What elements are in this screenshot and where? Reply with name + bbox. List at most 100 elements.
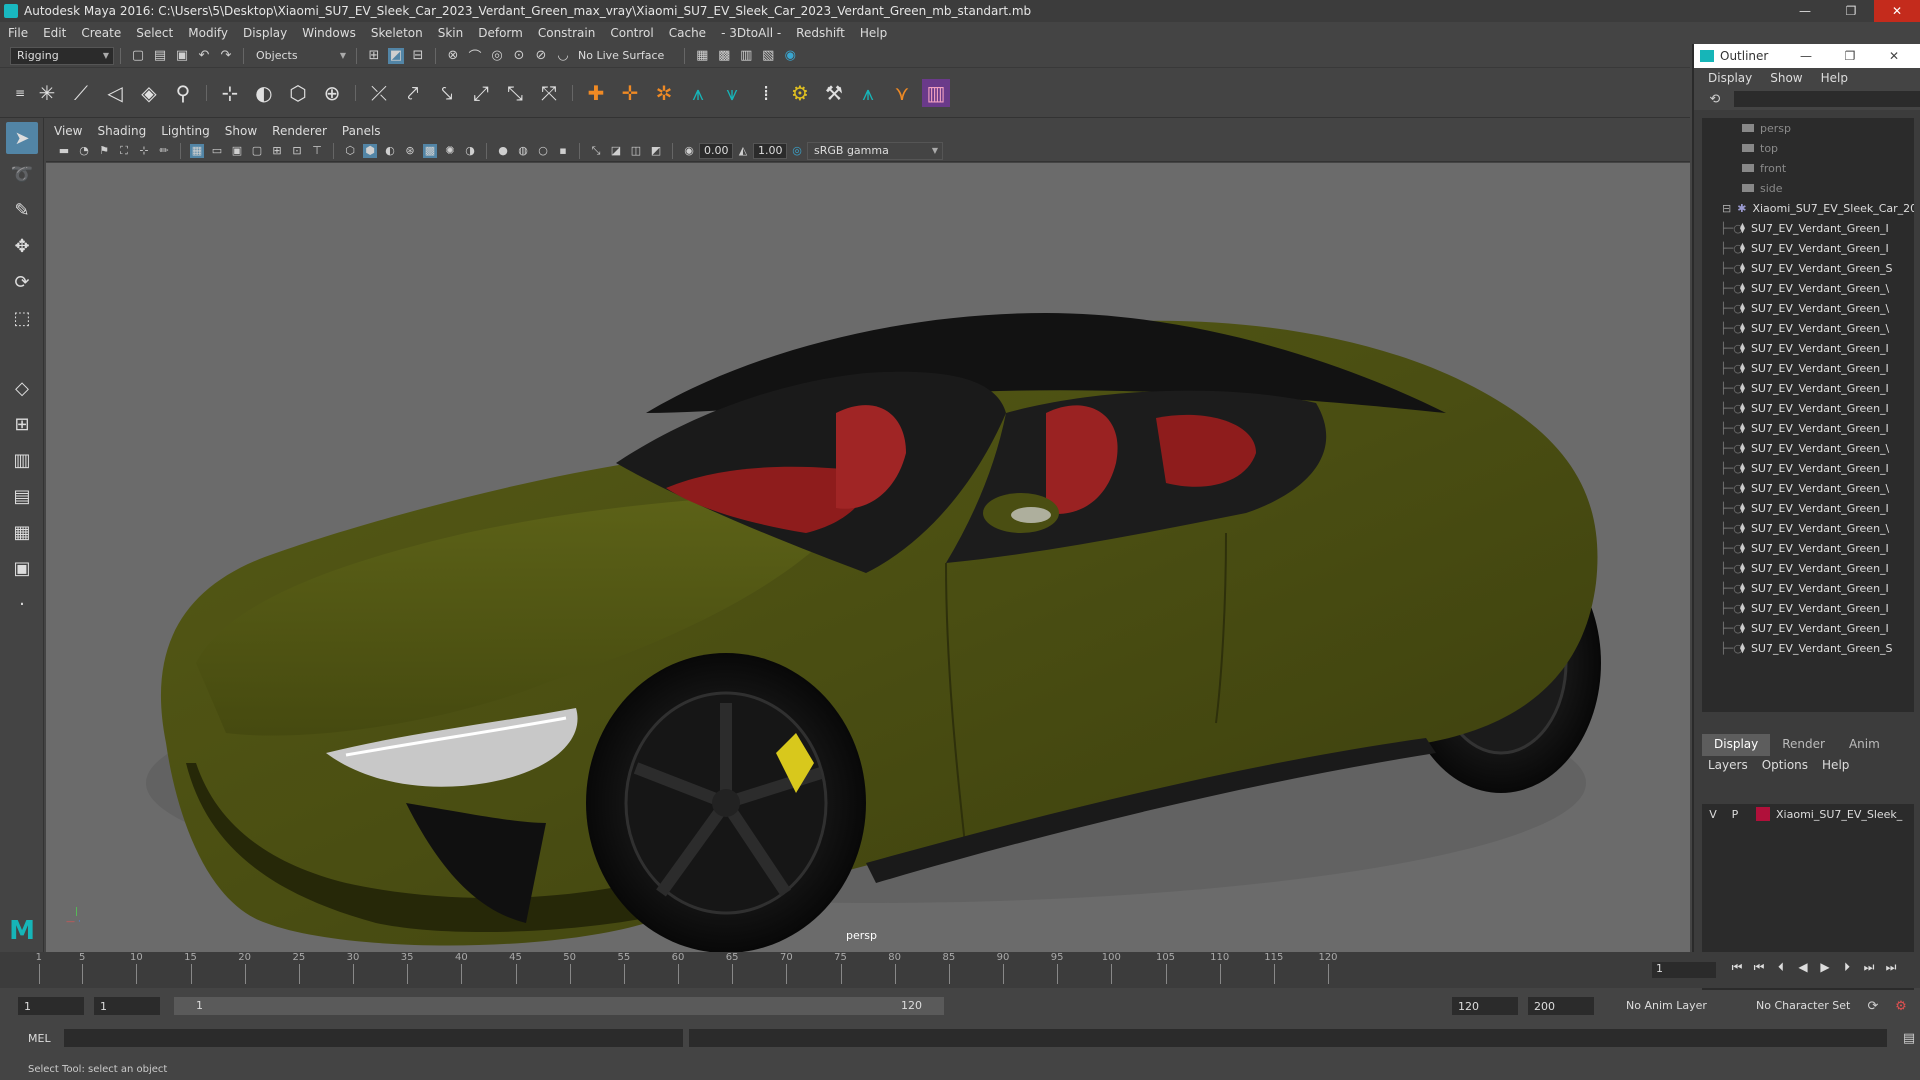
- exposure-icon[interactable]: ◉: [682, 144, 696, 158]
- play-forwards-icon[interactable]: ▶: [1814, 960, 1836, 975]
- time-slider[interactable]: 1 5 10 15 20 25 30 35 40 45 50 55 60 65 70 75 80 85 90 95 10…: [0, 952, 1920, 988]
- set-driven-key-icon[interactable]: ⚙: [786, 79, 814, 107]
- panel-menu-panels[interactable]: Panels: [342, 124, 381, 138]
- panel-menu-show[interactable]: Show: [225, 124, 257, 138]
- render-frame-icon[interactable]: ▩: [716, 48, 732, 64]
- outliner-mesh-item[interactable]: ├─○ ⧫ SU7_EV_Verdant_Green_S: [1702, 258, 1914, 278]
- character-set-dropdown[interactable]: No Character Set: [1756, 999, 1850, 1012]
- menu-modify[interactable]: Modify: [188, 26, 228, 40]
- mirror-joint-icon[interactable]: ⚲: [169, 79, 197, 107]
- layer-color-swatch[interactable]: [1756, 807, 1770, 821]
- gate-mask-icon[interactable]: ▢: [250, 144, 264, 158]
- pole-vector-icon[interactable]: ⤧: [535, 79, 563, 107]
- step-forward-frame-icon[interactable]: ⏵: [1836, 960, 1858, 975]
- rig-marker-icon[interactable]: ⋎: [888, 79, 916, 107]
- joint-locator-icon[interactable]: ✛: [616, 79, 644, 107]
- outliner-mesh-item[interactable]: ├─○ ⧫ SU7_EV_Verdant_Green_\: [1702, 438, 1914, 458]
- outliner-mesh-item[interactable]: ├─○ ⧫ SU7_EV_Verdant_Green_\: [1702, 278, 1914, 298]
- playback-start-field[interactable]: 1: [94, 997, 160, 1015]
- render-view-icon[interactable]: ▧: [760, 48, 776, 64]
- textured-icon[interactable]: ▩: [423, 143, 437, 158]
- single-view-layout-icon[interactable]: ◇: [6, 372, 38, 404]
- step-back-frame-icon[interactable]: ⏴: [1770, 960, 1792, 975]
- outliner-mesh-item[interactable]: ├─○ ⧫ SU7_EV_Verdant_Green_I: [1702, 498, 1914, 518]
- camera-attributes-icon[interactable]: ◔: [77, 144, 91, 158]
- undo-icon[interactable]: ↶: [196, 48, 212, 64]
- select-component-icon[interactable]: ⊟: [410, 48, 426, 64]
- animation-end-field[interactable]: 200: [1528, 997, 1594, 1015]
- menu-set-dropdown[interactable]: Rigging: [10, 46, 114, 65]
- default-material-icon[interactable]: ◐: [383, 144, 397, 158]
- anim-layer-dropdown[interactable]: No Anim Layer: [1626, 999, 1707, 1012]
- outliner-camera-top[interactable]: top: [1702, 138, 1914, 158]
- locator-icon[interactable]: ✚: [582, 79, 610, 107]
- outliner-menu-display[interactable]: Display: [1708, 71, 1752, 85]
- snap-grid-icon[interactable]: ⊗: [445, 48, 461, 64]
- joint-tool-icon[interactable]: ✳: [33, 79, 61, 107]
- ipr-render-icon[interactable]: ▥: [738, 48, 754, 64]
- outliner-mesh-item[interactable]: ├─○ ⧫ SU7_EV_Verdant_Green_I: [1702, 458, 1914, 478]
- close-button[interactable]: ✕: [1874, 0, 1920, 22]
- outliner-mesh-item[interactable]: ├─○ ⧫ SU7_EV_Verdant_Green_I: [1702, 358, 1914, 378]
- motion-blur-icon[interactable]: ◍: [516, 144, 530, 158]
- xray-icon[interactable]: ◪: [609, 144, 623, 158]
- tab-render-layers[interactable]: Render: [1770, 734, 1837, 756]
- go-to-end-icon[interactable]: ⏭: [1880, 960, 1902, 975]
- outliner-mesh-item[interactable]: ├─○ ⧫ SU7_EV_Verdant_Green_I: [1702, 218, 1914, 238]
- preferences-icon[interactable]: ⚙: [1893, 998, 1909, 1014]
- scale-constraint-icon[interactable]: ⤢: [467, 79, 495, 107]
- outliner-filter-icon[interactable]: ⟲: [1707, 91, 1723, 107]
- component-editor-icon[interactable]: ⚒: [820, 79, 848, 107]
- side-by-side-layout-icon[interactable]: ▥: [6, 444, 38, 476]
- resolution-gate-icon[interactable]: ▣: [230, 144, 244, 158]
- outliner-tree[interactable]: persp top front side ⊟ ✱ Xiaomi_SU7_EV_Sle…: [1702, 118, 1914, 712]
- snap-view-icon[interactable]: ⊙: [511, 48, 527, 64]
- layer-visibility-toggle[interactable]: V: [1702, 808, 1724, 821]
- ik-spline-icon[interactable]: ◁: [101, 79, 129, 107]
- auto-key-icon[interactable]: ⟳: [1865, 998, 1881, 1014]
- wireframe-icon[interactable]: ⬡: [343, 144, 357, 158]
- make-live-icon[interactable]: ◡: [555, 48, 571, 64]
- scale-tool-icon[interactable]: ⬚: [6, 302, 38, 334]
- gamma-icon[interactable]: ◭: [736, 144, 750, 158]
- outliner-mesh-item[interactable]: ├─○ ⧫ SU7_EV_Verdant_Green_I: [1702, 338, 1914, 358]
- outliner-maximize-button[interactable]: ❐: [1828, 49, 1872, 63]
- hik-control-icon[interactable]: ⩚: [854, 79, 882, 107]
- panel-menu-lighting[interactable]: Lighting: [161, 124, 210, 138]
- current-frame-field[interactable]: 1: [1652, 962, 1716, 978]
- layer-menu-layers[interactable]: Layers: [1708, 758, 1748, 772]
- safe-action-icon[interactable]: ⊡: [290, 144, 304, 158]
- snap-point-icon[interactable]: ◎: [489, 48, 505, 64]
- shadows-icon[interactable]: ◑: [463, 144, 477, 158]
- aim-constraint-icon[interactable]: ⤤: [399, 79, 427, 107]
- layer-row[interactable]: V P Xiaomi_SU7_EV_Sleek_: [1702, 804, 1914, 824]
- select-object-icon[interactable]: ◩: [388, 47, 404, 64]
- menu-control[interactable]: Control: [610, 26, 653, 40]
- play-backwards-icon[interactable]: ◀: [1792, 960, 1814, 975]
- hypershade-icon[interactable]: ◉: [782, 48, 798, 64]
- playback-end-field[interactable]: 120: [1452, 997, 1518, 1015]
- snap-surface-icon[interactable]: ⊘: [533, 48, 549, 64]
- tab-anim-layers[interactable]: Anim: [1837, 734, 1892, 756]
- open-scene-icon[interactable]: ▤: [152, 48, 168, 64]
- script-editor-icon[interactable]: ▤: [1901, 1030, 1917, 1046]
- menu-3dtoall[interactable]: - 3DtoAll -: [721, 26, 781, 40]
- outliner-mesh-item[interactable]: ├─○ ⧫ SU7_EV_Verdant_Green_I: [1702, 538, 1914, 558]
- use-all-lights-icon[interactable]: ✺: [443, 144, 457, 158]
- shelf-options-icon[interactable]: ≡: [13, 79, 27, 107]
- xray-components-icon[interactable]: ◩: [649, 144, 663, 158]
- select-tool-icon[interactable]: ➤: [6, 122, 38, 154]
- depth-of-field-icon[interactable]: ▪: [556, 144, 570, 158]
- orient-constraint-icon[interactable]: ⤥: [433, 79, 461, 107]
- menu-windows[interactable]: Windows: [302, 26, 356, 40]
- layer-menu-help[interactable]: Help: [1822, 758, 1849, 772]
- render-settings-icon[interactable]: ▦: [694, 48, 710, 64]
- layer-menu-options[interactable]: Options: [1762, 758, 1808, 772]
- grease-pencil-icon[interactable]: ✏: [157, 144, 171, 158]
- outliner-mesh-item[interactable]: ├─○ ⧫ SU7_EV_Verdant_Green_I: [1702, 378, 1914, 398]
- outliner-mesh-item[interactable]: ├─○ ⧫ SU7_EV_Verdant_Green_I: [1702, 558, 1914, 578]
- outliner-search-input[interactable]: [1733, 91, 1920, 107]
- orient-joint-icon[interactable]: ◈: [135, 79, 163, 107]
- go-to-start-icon[interactable]: ⏮: [1726, 960, 1748, 975]
- outliner-camera-side[interactable]: side: [1702, 178, 1914, 198]
